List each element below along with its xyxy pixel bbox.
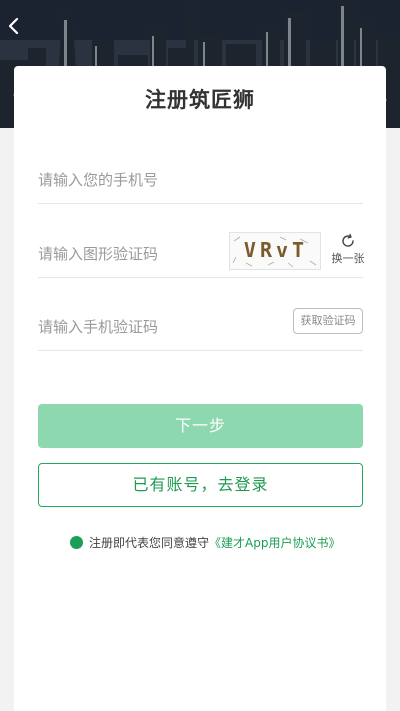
- chevron-left-icon: [8, 17, 19, 35]
- get-sms-code-button[interactable]: 获取验证码: [293, 308, 363, 334]
- page-title: 注册筑匠狮: [145, 88, 255, 112]
- refresh-icon: [342, 233, 354, 247]
- captcha-field-row: VRvT 换一张: [38, 232, 365, 278]
- captcha-code: VRvT: [243, 238, 309, 262]
- agreement-text: 注册即代表您同意遵守: [89, 536, 210, 550]
- agreement-row: 注册即代表您同意遵守《建才App用户协议书》: [70, 533, 370, 553]
- back-button[interactable]: [6, 16, 34, 44]
- refresh-captcha-button[interactable]: 换一张: [328, 230, 368, 270]
- refresh-label: 换一张: [331, 252, 365, 265]
- next-step-button[interactable]: 下一步: [38, 404, 363, 448]
- sms-code-input[interactable]: [38, 307, 228, 347]
- phone-input[interactable]: [38, 160, 228, 200]
- go-login-button[interactable]: 已有账号，去登录: [38, 463, 363, 507]
- agreement-checkbox[interactable]: [70, 536, 83, 549]
- user-agreement-link[interactable]: 《建才App用户协议书》: [209, 536, 340, 550]
- sms-field-row: 获取验证码: [38, 307, 363, 351]
- captcha-input[interactable]: [38, 234, 228, 274]
- captcha-image[interactable]: VRvT: [229, 232, 321, 270]
- register-card: 注册筑匠狮 VRvT 换一张: [14, 66, 386, 711]
- phone-field-row: [38, 160, 363, 204]
